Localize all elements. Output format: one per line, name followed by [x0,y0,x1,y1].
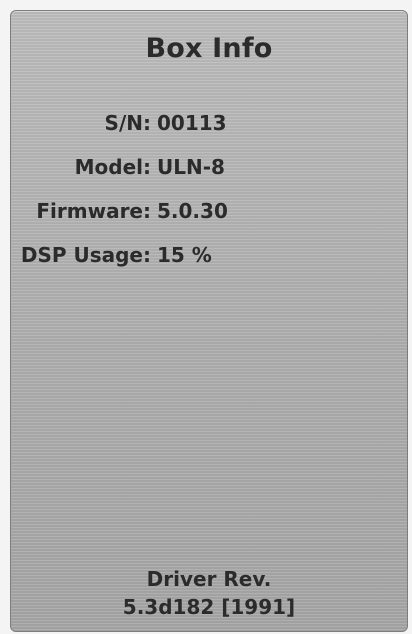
firmware-label: Firmware: [36,199,151,223]
model-value: ULN-8 [157,155,225,179]
panel-title: Box Info [145,33,273,64]
driver-revision-value: 5.3d182 [1991] [122,595,296,619]
dsp-usage-row: DSP Usage: 15 % [11,243,271,273]
firmware-value: 5.0.30 [157,199,228,223]
serial-number-row: S/N: 00113 [11,111,271,141]
window-background: Box Info S/N: 00113 Model: ULN-8 Firmwar… [0,0,412,634]
driver-revision-label: Driver Rev. [146,567,272,591]
serial-number-value: 00113 [157,111,227,135]
firmware-row: Firmware: 5.0.30 [11,199,271,229]
model-row: Model: ULN-8 [11,155,271,185]
dsp-usage-label: DSP Usage: [20,243,151,267]
model-label: Model: [74,155,151,179]
box-info-panel: Box Info S/N: 00113 Model: ULN-8 Firmwar… [10,10,408,632]
serial-number-label: S/N: [104,111,151,135]
dsp-usage-value: 15 % [157,243,212,267]
